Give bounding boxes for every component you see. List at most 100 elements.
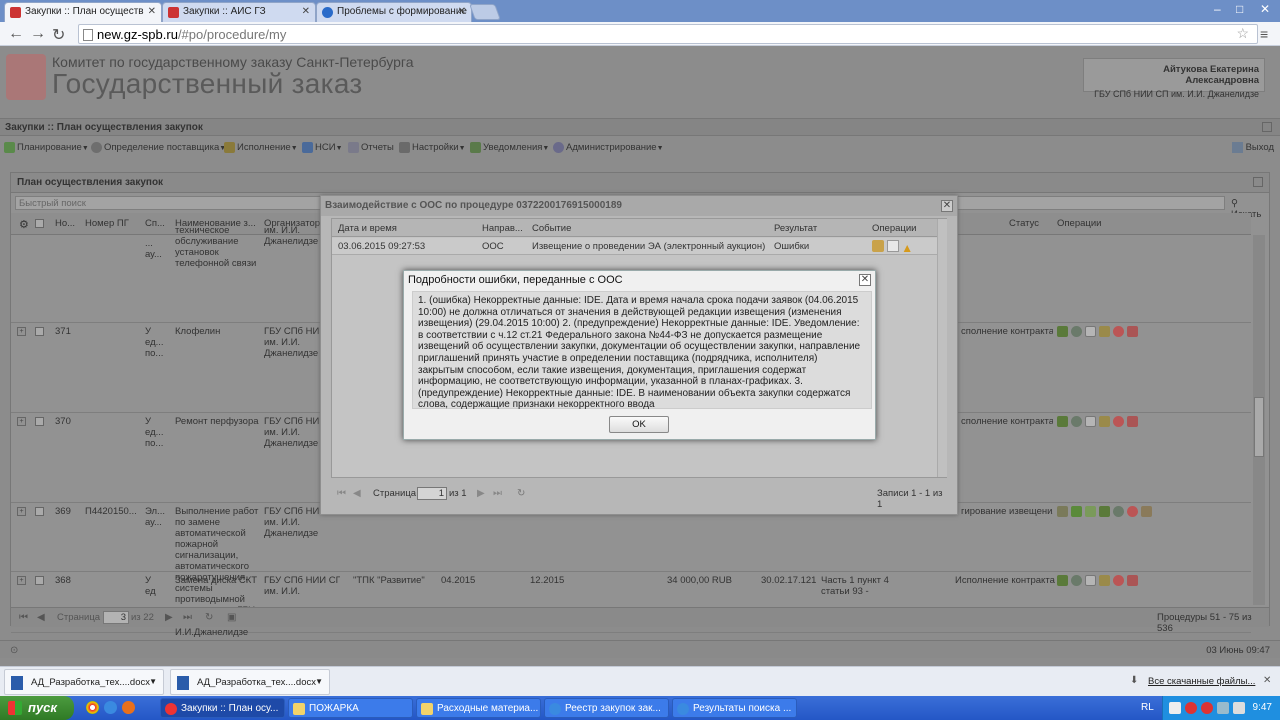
tray-app-icon[interactable] bbox=[1201, 702, 1213, 714]
col-event[interactable]: Событие bbox=[532, 223, 762, 234]
expand-row-icon[interactable]: + bbox=[17, 327, 26, 336]
chart-icon[interactable] bbox=[1057, 416, 1068, 427]
warning-icon[interactable]: ▲ bbox=[901, 242, 913, 254]
stop-icon[interactable] bbox=[1113, 575, 1124, 586]
row-checkbox[interactable] bbox=[35, 417, 44, 426]
users-icon[interactable] bbox=[1127, 326, 1138, 337]
menu-settings[interactable]: Настройки▼ bbox=[399, 142, 466, 153]
col-datetime[interactable]: Дата и время bbox=[338, 223, 478, 234]
col-method[interactable]: Сп... bbox=[145, 218, 169, 229]
chart-icon[interactable] bbox=[1099, 506, 1110, 517]
expand-row-icon[interactable]: + bbox=[17, 507, 26, 516]
back-arrow-icon[interactable]: ← bbox=[8, 25, 24, 43]
users-icon[interactable] bbox=[1127, 575, 1138, 586]
col-direction[interactable]: Направ... bbox=[482, 223, 526, 234]
first-page-icon[interactable]: ⏮ bbox=[337, 488, 346, 499]
close-icon[interactable]: ✕ bbox=[859, 274, 871, 286]
gear-icon[interactable] bbox=[1071, 416, 1082, 427]
refresh-icon[interactable] bbox=[1253, 177, 1263, 187]
menu-reports[interactable]: Отчеты bbox=[348, 142, 394, 153]
menu-notifications[interactable]: Уведомления▼ bbox=[470, 142, 549, 153]
stop-icon[interactable] bbox=[1113, 416, 1124, 427]
col-status[interactable]: Статус bbox=[1009, 218, 1049, 229]
grid-scrollbar[interactable] bbox=[937, 219, 947, 477]
ok-button[interactable]: OK bbox=[609, 416, 669, 433]
gear-icon[interactable] bbox=[1113, 506, 1124, 517]
refresh-icon[interactable]: ↻ bbox=[517, 488, 525, 499]
col-number[interactable]: Но... bbox=[55, 218, 79, 229]
reload-icon[interactable]: ↻ bbox=[52, 25, 65, 45]
filter-icon[interactable]: ⚙ bbox=[19, 218, 29, 231]
table-scrollbar[interactable] bbox=[1253, 235, 1265, 605]
url-input[interactable]: new.gz-spb.ru/#po/procedure/my ☆ bbox=[78, 24, 1258, 44]
close-icon[interactable]: ✕ bbox=[458, 6, 466, 17]
collapse-icon[interactable] bbox=[1262, 122, 1272, 132]
page-number-input[interactable]: 1 bbox=[417, 487, 447, 500]
save-icon[interactable]: ▣ bbox=[227, 612, 236, 623]
select-all-checkbox[interactable] bbox=[35, 219, 44, 228]
maximize-button[interactable]: □ bbox=[1236, 2, 1243, 16]
bookmark-star-icon[interactable]: ☆ bbox=[1236, 25, 1249, 42]
gear-icon[interactable] bbox=[1071, 575, 1082, 586]
scrollbar-thumb[interactable] bbox=[1254, 397, 1264, 457]
row-checkbox[interactable] bbox=[35, 576, 44, 585]
document-icon[interactable] bbox=[1085, 326, 1096, 337]
prev-page-icon[interactable]: ◀ bbox=[353, 488, 361, 499]
window-close-button[interactable]: ✕ bbox=[1260, 2, 1270, 16]
page-number-input[interactable]: 3 bbox=[103, 611, 129, 624]
next-page-icon[interactable]: ▶ bbox=[165, 612, 173, 623]
col-operations[interactable]: Операции bbox=[1057, 218, 1117, 229]
close-icon[interactable]: ✕ bbox=[302, 6, 310, 17]
users-icon[interactable] bbox=[1127, 416, 1138, 427]
close-icon[interactable]: ✕ bbox=[1263, 675, 1271, 686]
browser-tab-2[interactable]: Закупки :: АИС ГЗ ✕ bbox=[162, 2, 316, 22]
taskbar-window-3[interactable]: Расходные материа... bbox=[416, 698, 541, 718]
document-icon[interactable] bbox=[886, 240, 899, 252]
taskbar-window-4[interactable]: Реестр закупок зак... bbox=[544, 698, 669, 718]
tray-app-icon[interactable] bbox=[1185, 702, 1197, 714]
gear-icon[interactable] bbox=[1071, 326, 1082, 337]
taskbar-window-2[interactable]: ПОЖАРКА bbox=[288, 698, 413, 718]
exit-button[interactable]: Выход bbox=[1231, 142, 1274, 153]
expand-row-icon[interactable]: + bbox=[17, 576, 26, 585]
next-page-icon[interactable]: ▶ bbox=[477, 488, 485, 499]
prev-page-icon[interactable]: ◀ bbox=[37, 612, 45, 623]
menu-planning[interactable]: Планирование▼ bbox=[4, 142, 89, 153]
firefox-icon[interactable] bbox=[122, 701, 135, 714]
new-tab-button[interactable] bbox=[469, 4, 501, 20]
ie-icon[interactable] bbox=[104, 701, 117, 714]
stop-icon[interactable] bbox=[1113, 326, 1124, 337]
minimize-button[interactable]: – bbox=[1214, 2, 1221, 16]
edit-icon[interactable] bbox=[1099, 575, 1110, 586]
start-button[interactable]: пуск bbox=[0, 696, 74, 720]
checkmark-icon[interactable] bbox=[1071, 506, 1082, 517]
menu-admin[interactable]: Администрирование▼ bbox=[553, 142, 664, 153]
col-operations[interactable]: Операции bbox=[872, 223, 932, 234]
row-checkbox[interactable] bbox=[35, 507, 44, 516]
last-page-icon[interactable]: ⏭ bbox=[493, 488, 502, 499]
edit-icon[interactable] bbox=[1099, 326, 1110, 337]
chevron-down-icon[interactable]: ▼ bbox=[315, 677, 323, 686]
menu-supplier[interactable]: Определение поставщика▼ bbox=[91, 142, 226, 153]
close-icon[interactable]: ✕ bbox=[941, 200, 953, 212]
browser-tab-1[interactable]: Закупки :: План осуществ ✕ bbox=[4, 2, 162, 22]
pencil-icon[interactable] bbox=[1057, 506, 1068, 517]
menu-nsi[interactable]: НСИ▼ bbox=[302, 142, 343, 153]
chrome-icon[interactable] bbox=[86, 701, 99, 714]
browser-tab-3[interactable]: Проблемы с формирование ✕ bbox=[316, 2, 472, 22]
grid-row[interactable]: 03.06.2015 09:27:53 ООС Извещение о пров… bbox=[332, 238, 937, 255]
chart-icon[interactable] bbox=[1057, 326, 1068, 337]
row-checkbox[interactable] bbox=[35, 327, 44, 336]
col-result[interactable]: Результат bbox=[774, 223, 864, 234]
taskbar-window-1[interactable]: Закупки :: План осу... bbox=[160, 698, 285, 718]
approve-icon[interactable] bbox=[1085, 506, 1096, 517]
package-icon[interactable] bbox=[872, 240, 884, 252]
emblem-icon[interactable] bbox=[1141, 506, 1152, 517]
browser-menu-icon[interactable]: ≡ bbox=[1260, 26, 1268, 42]
edit-icon[interactable] bbox=[1099, 416, 1110, 427]
document-icon[interactable] bbox=[1085, 416, 1096, 427]
tray-app-icon[interactable] bbox=[1169, 702, 1181, 714]
all-downloads-link[interactable]: Все скачанные файлы... bbox=[1148, 676, 1255, 687]
expand-row-icon[interactable]: + bbox=[17, 417, 26, 426]
table-row[interactable]: + 368 У ед Замена диска СКТ ГБУ СПб НИИ … bbox=[11, 571, 1251, 605]
